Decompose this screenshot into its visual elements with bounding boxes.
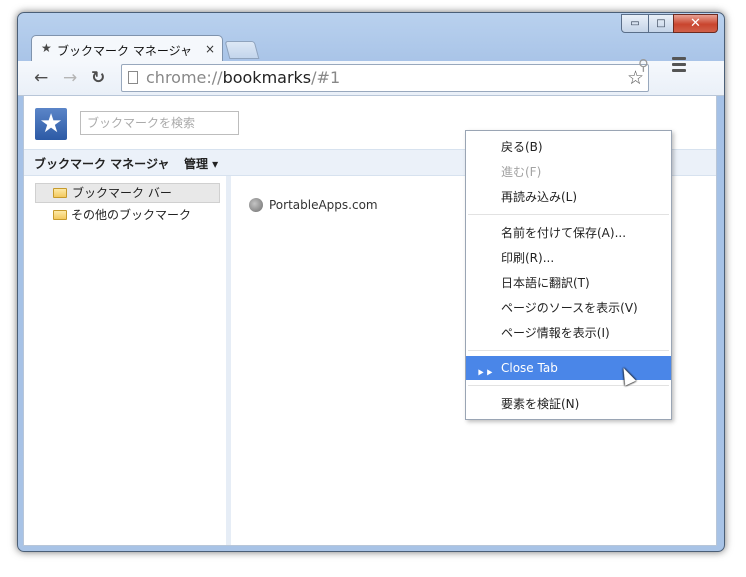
tab-close-icon[interactable]: ×: [205, 42, 215, 56]
forward-button[interactable]: →: [63, 68, 77, 88]
folder-other-bookmarks[interactable]: その他のブックマーク: [35, 205, 220, 225]
search-icon[interactable]: ⚲: [638, 56, 649, 74]
menu-separator: [468, 214, 669, 215]
menu-item-save-as[interactable]: 名前を付けて保存(A)...: [466, 221, 671, 245]
folder-tree: [24, 176, 231, 545]
tab-title: ブックマーク マネージャ: [57, 44, 192, 58]
menu-item-inspect[interactable]: 要素を検証(N): [466, 392, 671, 416]
back-button[interactable]: ←: [34, 68, 48, 88]
url-text: chrome://bookmarks/#1: [146, 68, 341, 87]
menu-item-forward[interactable]: 進む(F): [466, 160, 671, 184]
minimize-button[interactable]: ▭: [621, 14, 649, 33]
bookmarks-logo: ★: [35, 108, 67, 140]
menu-item-view-source[interactable]: ページのソースを表示(V): [466, 296, 671, 320]
menu-item-page-info[interactable]: ページ情報を表示(I): [466, 321, 671, 345]
bookmark-search-input[interactable]: [80, 111, 239, 135]
toolbar: ← → ↻ chrome://bookmarks/#1 ☆: [18, 61, 724, 96]
folder-bookmarks-bar[interactable]: ブックマーク バー: [35, 183, 220, 203]
folder-icon: [53, 210, 67, 220]
page-title: ブックマーク マネージャ: [34, 157, 170, 171]
new-tab-button[interactable]: [224, 41, 260, 59]
context-menu: 戻る(B) 進む(F) 再読み込み(L) 名前を付けて保存(A)... 印刷(R…: [465, 130, 672, 420]
menu-item-back[interactable]: 戻る(B): [466, 135, 671, 159]
close-window-button[interactable]: ✕: [673, 14, 718, 33]
star-icon: ★: [41, 41, 52, 55]
menu-separator: [468, 385, 669, 386]
maximize-button[interactable]: □: [648, 14, 674, 33]
menu-separator: [468, 350, 669, 351]
cursor-icon: ⯈⯈: [476, 367, 494, 380]
menu-item-close-tab[interactable]: ⯈⯈ Close Tab: [466, 356, 671, 380]
address-bar[interactable]: chrome://bookmarks/#1 ☆: [121, 64, 649, 92]
menu-item-print[interactable]: 印刷(R)...: [466, 246, 671, 270]
wrench-menu-icon[interactable]: [672, 57, 686, 75]
reload-button[interactable]: ↻: [91, 68, 105, 88]
globe-icon: [249, 198, 263, 212]
page-icon: [128, 71, 138, 84]
folder-icon: [53, 188, 67, 198]
tab-bookmark-manager[interactable]: ★ ブックマーク マネージャ ×: [31, 35, 223, 62]
menu-item-reload[interactable]: 再読み込み(L): [466, 185, 671, 209]
menu-item-translate[interactable]: 日本語に翻訳(T): [466, 271, 671, 295]
organize-menu-button[interactable]: 管理 ▾: [184, 155, 218, 172]
